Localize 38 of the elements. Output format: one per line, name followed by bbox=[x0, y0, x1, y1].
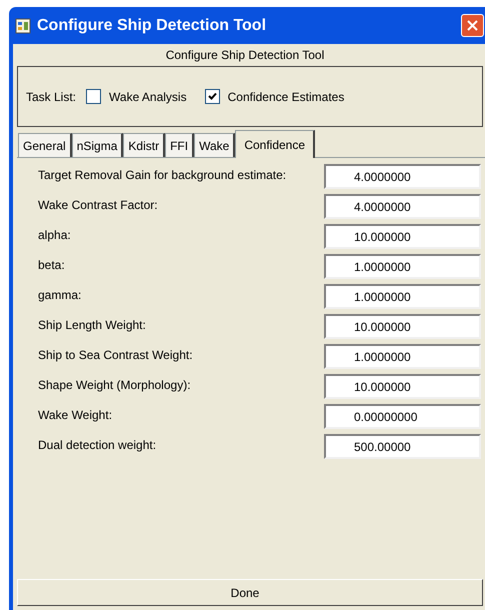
checkmark-icon bbox=[208, 92, 217, 101]
tab[interactable]: nSigma bbox=[72, 133, 124, 157]
window-title: Configure Ship Detection Tool bbox=[37, 16, 266, 36]
field-label: Wake Contrast Factor: bbox=[38, 197, 159, 214]
number-field[interactable]: 500.00000 bbox=[324, 434, 481, 459]
field-label: Ship Length Weight: bbox=[38, 317, 147, 334]
field-label: Dual detection weight: bbox=[38, 437, 158, 454]
task-list-label: Task List: bbox=[26, 88, 76, 106]
number-field[interactable]: 1.0000000 bbox=[324, 344, 481, 369]
task-label: Confidence Estimates bbox=[228, 88, 344, 106]
checkbox[interactable] bbox=[86, 89, 102, 104]
field-label: Target Removal Gain for background estimate: bbox=[38, 167, 288, 184]
done-button[interactable]: Done bbox=[17, 579, 483, 606]
tab[interactable]: Kdistr bbox=[123, 133, 166, 157]
close-button[interactable] bbox=[461, 14, 484, 37]
field-label: beta: bbox=[38, 257, 66, 274]
number-field[interactable]: 10.000000 bbox=[324, 374, 481, 399]
tab[interactable]: Confidence bbox=[235, 130, 316, 158]
number-field[interactable]: 10.000000 bbox=[324, 224, 481, 249]
dialog-header: Configure Ship Detection Tool bbox=[164, 47, 326, 64]
field-label: gamma: bbox=[38, 287, 82, 304]
number-field[interactable]: 1.0000000 bbox=[324, 284, 481, 309]
checkbox[interactable] bbox=[204, 89, 220, 104]
number-field[interactable]: 4.0000000 bbox=[324, 164, 481, 189]
field-label: alpha: bbox=[38, 227, 72, 244]
number-field[interactable]: 4.0000000 bbox=[324, 194, 481, 219]
field-label: Wake Weight: bbox=[38, 407, 114, 424]
tab[interactable]: General bbox=[18, 133, 72, 157]
field-label: Ship to Sea Contrast Weight: bbox=[38, 347, 194, 364]
tab[interactable]: Wake bbox=[194, 133, 236, 157]
number-field[interactable]: 10.000000 bbox=[324, 314, 481, 339]
app-icon bbox=[15, 18, 31, 34]
field-label: Shape Weight (Morphology): bbox=[38, 377, 192, 394]
number-field[interactable]: 1.0000000 bbox=[324, 254, 481, 279]
close-icon bbox=[467, 20, 478, 31]
number-field[interactable]: 0.00000000 bbox=[324, 404, 481, 429]
tab[interactable]: FFI bbox=[165, 133, 194, 157]
task-label: Wake Analysis bbox=[109, 88, 187, 106]
